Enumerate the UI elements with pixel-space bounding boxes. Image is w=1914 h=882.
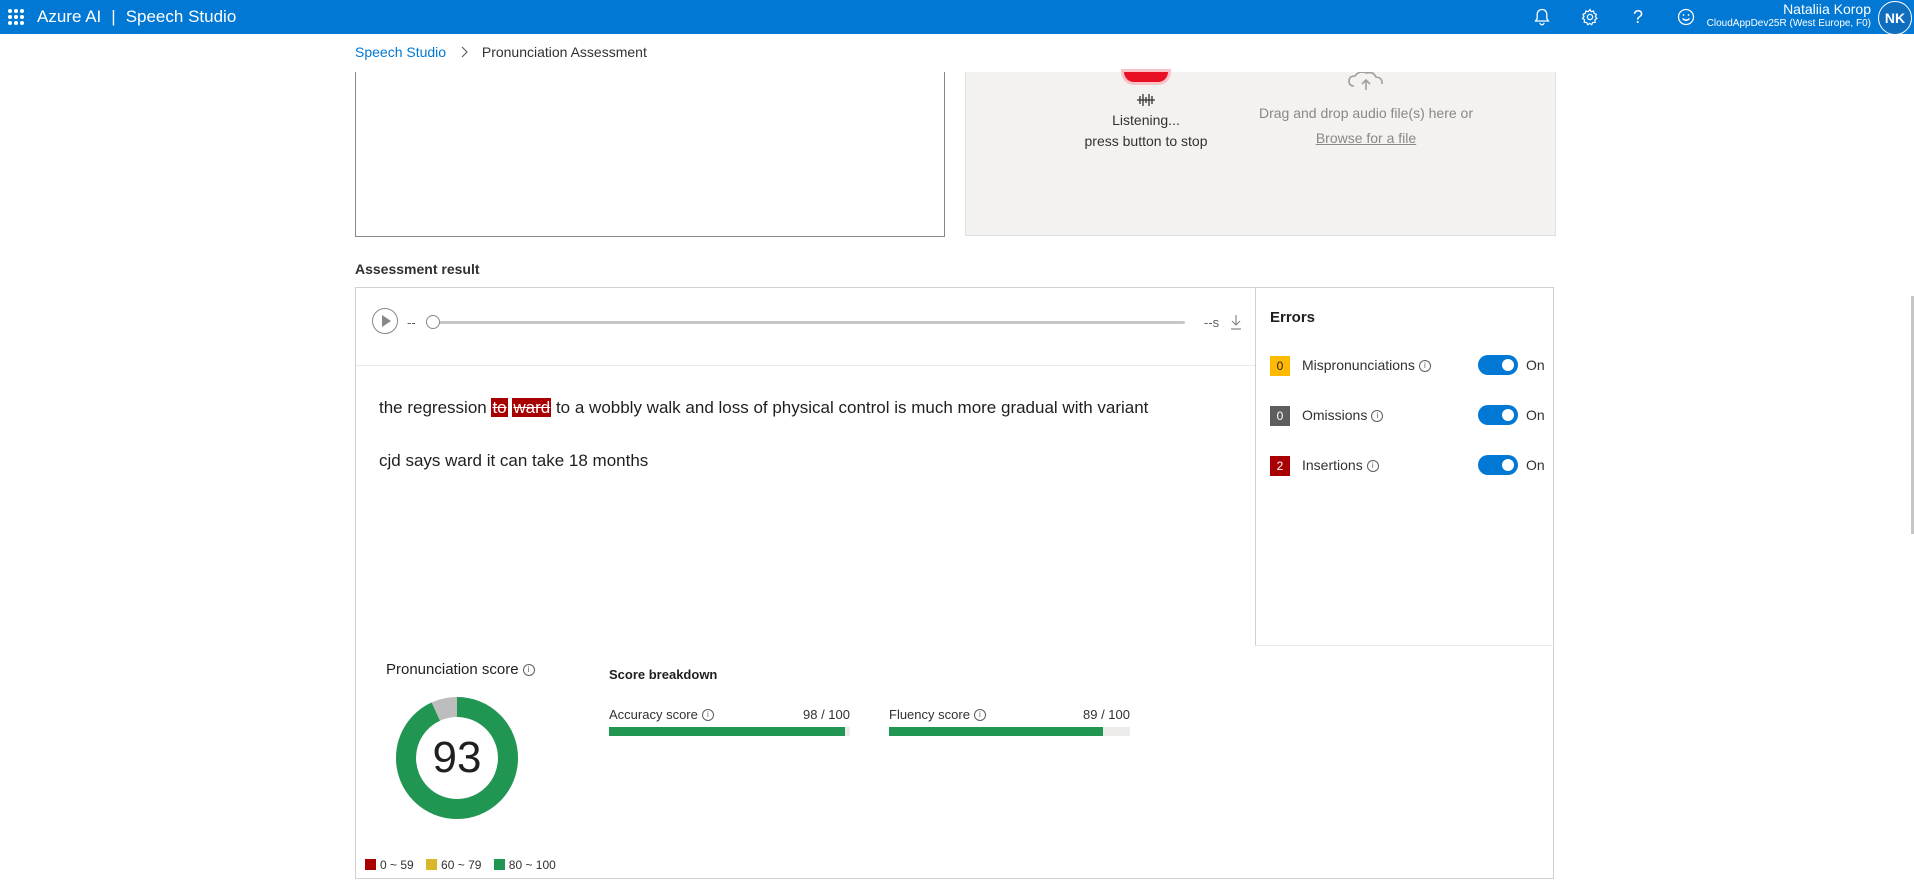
error-label: Insertions i xyxy=(1302,457,1379,473)
metric-label: Accuracy score i xyxy=(609,707,714,722)
error-row-mispronunciations: 0 Mispronunciations i On xyxy=(1270,355,1550,377)
transcript-text: to a wobbly walk and loss of physical co… xyxy=(551,398,1149,417)
seek-thumb[interactable] xyxy=(426,315,440,329)
listening-hint: press button to stop xyxy=(1084,133,1208,149)
legend-label: 0 ~ 59 xyxy=(380,858,414,872)
info-icon[interactable]: i xyxy=(522,664,535,676)
legend-label: 80 ~ 100 xyxy=(508,858,556,872)
info-icon[interactable]: i xyxy=(1371,410,1384,422)
accuracy-label: Accuracy score xyxy=(609,707,698,722)
breadcrumb: Speech Studio Pronunciation Assessment xyxy=(355,44,647,61)
omission-count-badge: 0 xyxy=(1270,406,1290,426)
audio-wave-icon xyxy=(1137,94,1155,106)
tenant-name: CloudAppDev25R (West Europe, F0) xyxy=(1706,18,1871,29)
audio-drop-area[interactable]: Listening... press button to stop Drag a… xyxy=(965,72,1556,236)
error-label: Mispronunciations i xyxy=(1302,357,1431,373)
accuracy-bar-fill xyxy=(609,727,846,736)
brand-name: Azure AI xyxy=(37,7,102,26)
fluency-bar xyxy=(889,727,1130,736)
assessment-result-panel: -- --s the regression to ward to a wobbl… xyxy=(355,287,1554,879)
brand-title[interactable]: Azure AI | Speech Studio xyxy=(37,7,236,27)
record-stop-button[interactable] xyxy=(1124,72,1168,82)
play-icon[interactable] xyxy=(372,308,398,334)
transcript-line-2: cjd says ward it can take 18 months xyxy=(379,451,649,470)
app-launcher-icon[interactable] xyxy=(8,9,24,25)
legend-label: 60 ~ 79 xyxy=(441,858,482,872)
avatar[interactable]: NK xyxy=(1878,1,1912,35)
errors-panel: Errors 0 Mispronunciations i On 0 Omissio… xyxy=(1255,288,1554,646)
error-row-omissions: 0 Omissions i On xyxy=(1270,405,1550,427)
transcript-text: the regression xyxy=(379,398,492,417)
upload-cloud-icon xyxy=(1348,72,1383,90)
info-icon[interactable]: i xyxy=(1418,360,1431,372)
bell-icon[interactable] xyxy=(1530,5,1554,29)
chevron-right-icon xyxy=(460,45,468,61)
error-row-insertions: 2 Insertions i On xyxy=(1270,455,1550,477)
error-label: Omissions i xyxy=(1302,407,1384,423)
metric-label: Fluency score i xyxy=(889,707,986,722)
legend-item: 80 ~ 100 xyxy=(493,858,556,872)
legend-item: 0 ~ 59 xyxy=(365,858,414,872)
fluency-value: 89 / 100 xyxy=(1083,707,1130,722)
toggle-state: On xyxy=(1526,407,1545,423)
score-title-text: Pronunciation score xyxy=(386,661,519,678)
download-icon[interactable] xyxy=(1230,314,1242,330)
toggle-state: On xyxy=(1526,457,1545,473)
gear-icon[interactable] xyxy=(1578,5,1602,29)
product-name: Speech Studio xyxy=(125,7,237,26)
insertion-word[interactable]: to xyxy=(491,398,508,417)
insertion-count-badge: 2 xyxy=(1270,456,1290,476)
pronunciation-score-value: 93 xyxy=(432,733,482,782)
help-icon[interactable]: ? xyxy=(1626,5,1650,29)
info-icon[interactable]: i xyxy=(1366,460,1379,472)
drop-instructions: Drag and drop audio file(s) here or xyxy=(1258,105,1473,121)
audio-player: -- --s xyxy=(356,288,1255,366)
legend-swatch-yellow xyxy=(426,859,438,870)
browse-file-link[interactable]: Browse for a file xyxy=(1211,130,1521,146)
seek-track[interactable] xyxy=(428,321,1185,324)
user-name: Nataliia Korop xyxy=(1783,1,1871,17)
error-label-text: Insertions xyxy=(1302,457,1363,473)
transcript-line-1: the regression to ward to a wobbly walk … xyxy=(379,381,1239,434)
legend-swatch-green xyxy=(493,859,505,870)
user-account[interactable]: Nataliia Korop CloudAppDev25R (West Euro… xyxy=(1707,0,1871,29)
feedback-smiley-icon[interactable] xyxy=(1674,5,1698,29)
legend-item: 60 ~ 79 xyxy=(426,858,481,872)
top-bar: Azure AI | Speech Studio ? Nataliia Korop … xyxy=(0,0,1914,35)
duration: --s xyxy=(1204,315,1220,330)
info-icon[interactable]: i xyxy=(973,709,986,721)
current-time: -- xyxy=(407,315,416,330)
info-icon[interactable]: i xyxy=(701,709,714,721)
mispronunciations-toggle[interactable] xyxy=(1478,355,1518,375)
fluency-bar-fill xyxy=(889,727,1104,736)
score-breakdown-title: Score breakdown xyxy=(609,667,718,682)
accuracy-value: 98 / 100 xyxy=(803,707,850,722)
error-label-text: Mispronunciations xyxy=(1302,357,1415,373)
error-label-text: Omissions xyxy=(1302,407,1368,423)
insertions-toggle[interactable] xyxy=(1478,455,1518,475)
breadcrumb-home-link[interactable]: Speech Studio xyxy=(355,44,446,60)
mispronunciation-count-badge: 0 xyxy=(1270,356,1290,376)
assessed-transcript: the regression to ward to a wobbly walk … xyxy=(379,381,1239,487)
insertion-word[interactable]: ward xyxy=(512,398,552,417)
fluency-label: Fluency score xyxy=(889,707,970,722)
assessment-result-title: Assessment result xyxy=(355,261,480,277)
breadcrumb-current: Pronunciation Assessment xyxy=(481,44,647,60)
accuracy-bar xyxy=(609,727,850,736)
toggle-state: On xyxy=(1526,357,1545,373)
score-legend: 0 ~ 59 60 ~ 79 80 ~ 100 xyxy=(365,858,565,872)
legend-swatch-red xyxy=(365,859,376,870)
omissions-toggle[interactable] xyxy=(1478,405,1518,425)
listening-status: Listening... xyxy=(1112,112,1180,128)
errors-title: Errors xyxy=(1270,309,1316,326)
pronunciation-score-title: Pronunciation score i xyxy=(386,661,535,678)
reference-text-input[interactable] xyxy=(355,72,945,237)
